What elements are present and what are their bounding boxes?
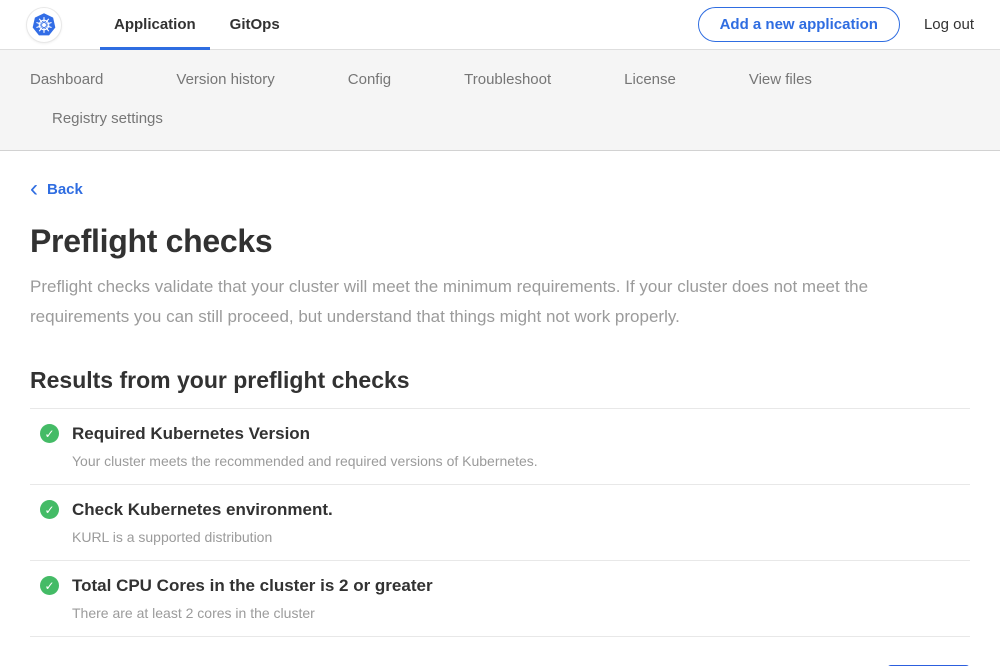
app-subnav: Dashboard Version history Config Trouble… [0, 50, 1000, 151]
subnav-item-view-files[interactable]: View files [739, 60, 822, 99]
result-message: KURL is a supported distribution [72, 529, 970, 545]
result-title: Check Kubernetes environment. [72, 500, 333, 520]
subnav-item-registry-settings[interactable]: Registry settings [42, 99, 173, 138]
result-message: Your cluster meets the recommended and r… [72, 453, 970, 469]
result-row-kubernetes-version: ✓ Required Kubernetes Version Your clust… [30, 409, 970, 485]
header-spacer [300, 0, 698, 49]
subnav-item-version-history[interactable]: Version history [166, 60, 284, 99]
result-title: Required Kubernetes Version [72, 424, 310, 444]
preflight-results-list: ✓ Required Kubernetes Version Your clust… [30, 408, 970, 637]
check-pass-icon: ✓ [40, 576, 59, 595]
subnav-item-config[interactable]: Config [338, 60, 401, 99]
app-logo[interactable] [26, 0, 62, 49]
subnav-item-license[interactable]: License [614, 60, 686, 99]
top-header: Application GitOps Add a new application… [0, 0, 1000, 50]
page-description: Preflight checks validate that your clus… [30, 272, 960, 332]
subnav-item-dashboard[interactable]: Dashboard [20, 60, 113, 99]
result-row-cpu-cores: ✓ Total CPU Cores in the cluster is 2 or… [30, 561, 970, 637]
kubernetes-logo-icon [26, 7, 62, 43]
tab-application[interactable]: Application [100, 0, 210, 49]
preflight-page: ‹ Back Preflight checks Preflight checks… [0, 151, 1000, 666]
result-row-kubernetes-environment: ✓ Check Kubernetes environment. KURL is … [30, 485, 970, 561]
tab-gitops[interactable]: GitOps [216, 0, 294, 49]
results-heading: Results from your preflight checks [30, 367, 970, 394]
logout-link[interactable]: Log out [924, 16, 974, 33]
chevron-left-icon: ‹ [30, 182, 38, 196]
subnav-item-troubleshoot[interactable]: Troubleshoot [454, 60, 561, 99]
back-link[interactable]: ‹ Back [30, 181, 83, 198]
check-pass-icon: ✓ [40, 424, 59, 443]
back-link-label: Back [47, 181, 83, 198]
page-title: Preflight checks [30, 223, 970, 260]
result-title: Total CPU Cores in the cluster is 2 or g… [72, 576, 433, 596]
add-new-application-button[interactable]: Add a new application [698, 7, 900, 42]
check-pass-icon: ✓ [40, 500, 59, 519]
result-message: There are at least 2 cores in the cluste… [72, 605, 970, 621]
